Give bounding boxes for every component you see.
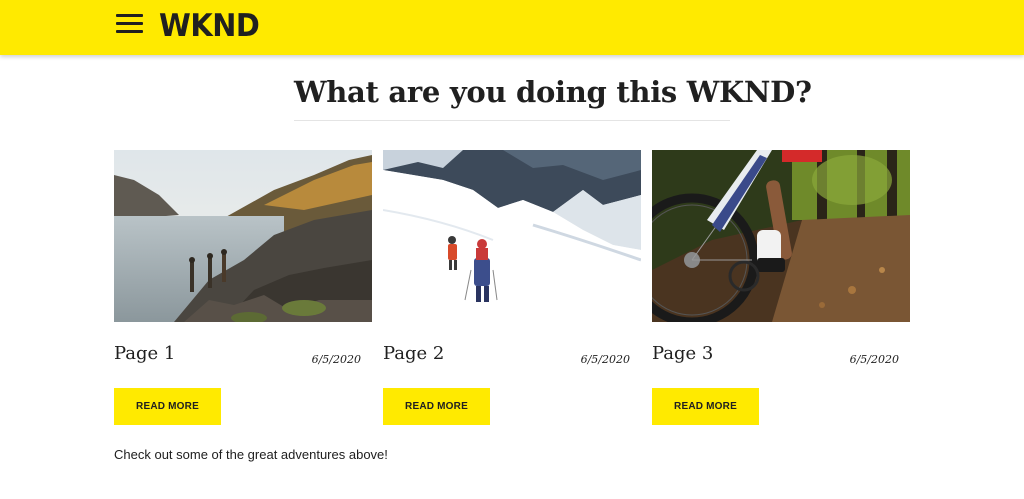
card-image-mountain-biker[interactable] xyxy=(652,150,910,322)
card-image-glacier-climbers[interactable] xyxy=(383,150,641,322)
page-headline: What are you doing this WKND? xyxy=(294,70,812,121)
card-image-lake-hikers[interactable] xyxy=(114,150,372,322)
site-header: WKND xyxy=(0,0,1024,55)
card-title[interactable]: Page 2 xyxy=(383,342,444,366)
adventure-card-1: Page 1 6/5/2020 READ MORE xyxy=(114,150,372,430)
read-more-button[interactable]: READ MORE xyxy=(114,388,221,425)
card-date: 6/5/2020 xyxy=(580,353,630,366)
hamburger-menu-icon[interactable] xyxy=(116,13,143,33)
card-date: 6/5/2020 xyxy=(311,353,361,366)
card-title[interactable]: Page 1 xyxy=(114,342,175,366)
card-date: 6/5/2020 xyxy=(849,353,899,366)
read-more-button[interactable]: READ MORE xyxy=(383,388,490,425)
adventures-caption: Check out some of the great adventures a… xyxy=(114,447,388,462)
wknd-logo[interactable]: WKND xyxy=(159,8,260,44)
card-title[interactable]: Page 3 xyxy=(652,342,713,366)
adventure-card-2: Page 2 6/5/2020 READ MORE xyxy=(383,150,641,430)
adventure-card-3: Page 3 6/5/2020 READ MORE xyxy=(652,150,910,430)
read-more-button[interactable]: READ MORE xyxy=(652,388,759,425)
